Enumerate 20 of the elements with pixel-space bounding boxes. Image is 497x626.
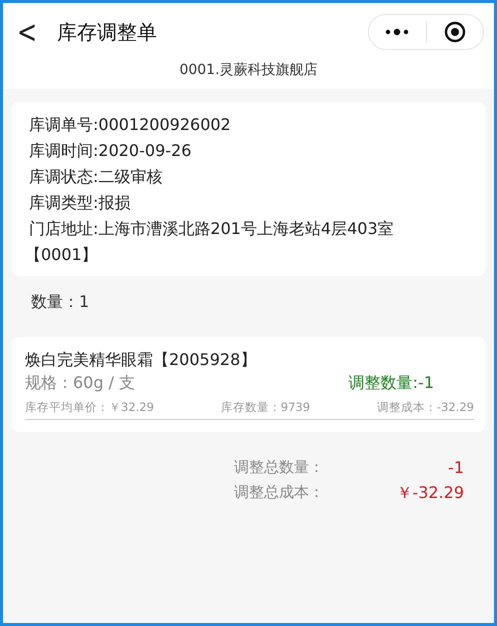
stock-quantity: 库存数量：9739 [220,400,310,415]
total-value: -1 [447,458,464,477]
back-button[interactable]: < [17,14,57,50]
total-label: 调整总成本： [234,483,324,503]
store-code: 【0001】 [25,244,99,266]
average-price: 库存平均单价：￥32.29 [25,400,154,415]
product-name: 焕白完美精华眼霜【2005928】 [25,349,258,371]
info-line: 库调单号:0001200926002 [29,114,232,136]
page-title: 库存调整单 [57,18,158,46]
info-line: 库调类型:报损 [29,192,132,214]
info-line: 门店地址:上海市漕溪北路201号上海老站4层403室 [29,218,395,240]
adjust-cost: 调整成本：-32.29 [376,400,474,415]
adjust-quantity: 调整数量:-1 [348,373,434,394]
info-line: 库调状态:二级审核 [29,166,164,188]
total-value: ￥-32.29 [395,483,464,504]
product-spec: 规格：60g / 支 [25,373,136,394]
store-name: 0001.灵蕨科技旗舰店 [178,61,319,79]
total-label: 调整总数量： [234,458,324,477]
info-line: 库调时间:2020-09-26 [29,140,192,162]
quantity-label: 数量：1 [30,291,90,313]
